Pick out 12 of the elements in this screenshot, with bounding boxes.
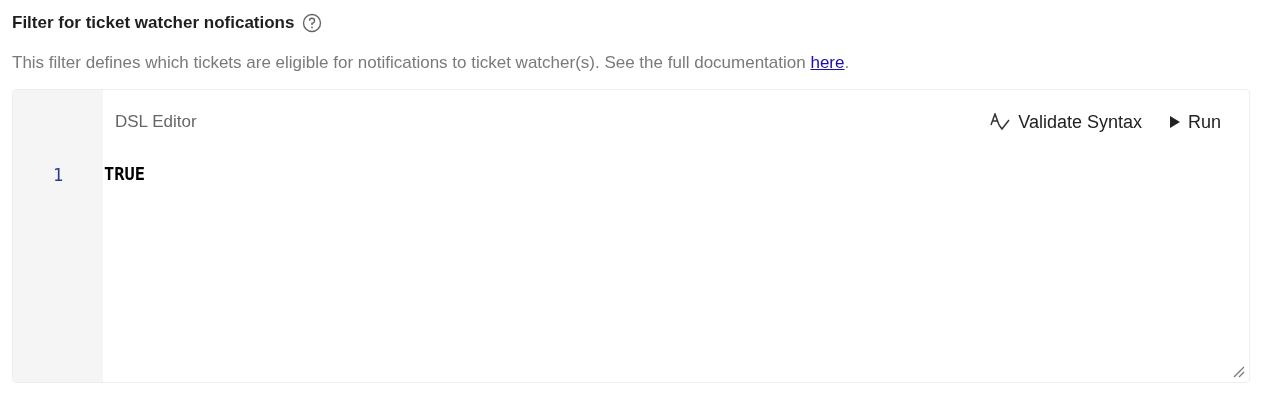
run-button[interactable]: Run <box>1169 108 1221 136</box>
validate-button[interactable]: Validate Syntax <box>990 108 1142 136</box>
editor-label: DSL Editor <box>115 111 197 134</box>
line-number: 1 <box>52 164 65 187</box>
help-icon[interactable] <box>302 12 323 33</box>
description-text: This filter defines which tickets are eligible for notifications to ticket watcher(s). See the full documentation here. <box>12 51 851 74</box>
code-line: TRUE <box>103 163 146 186</box>
documentation-link[interactable]: here <box>810 52 845 72</box>
resize-handle-icon[interactable] <box>1233 366 1245 378</box>
play-icon <box>1169 116 1180 128</box>
spellcheck-icon <box>990 113 1011 131</box>
section-title: Filter for ticket watcher nofications <box>12 12 295 34</box>
